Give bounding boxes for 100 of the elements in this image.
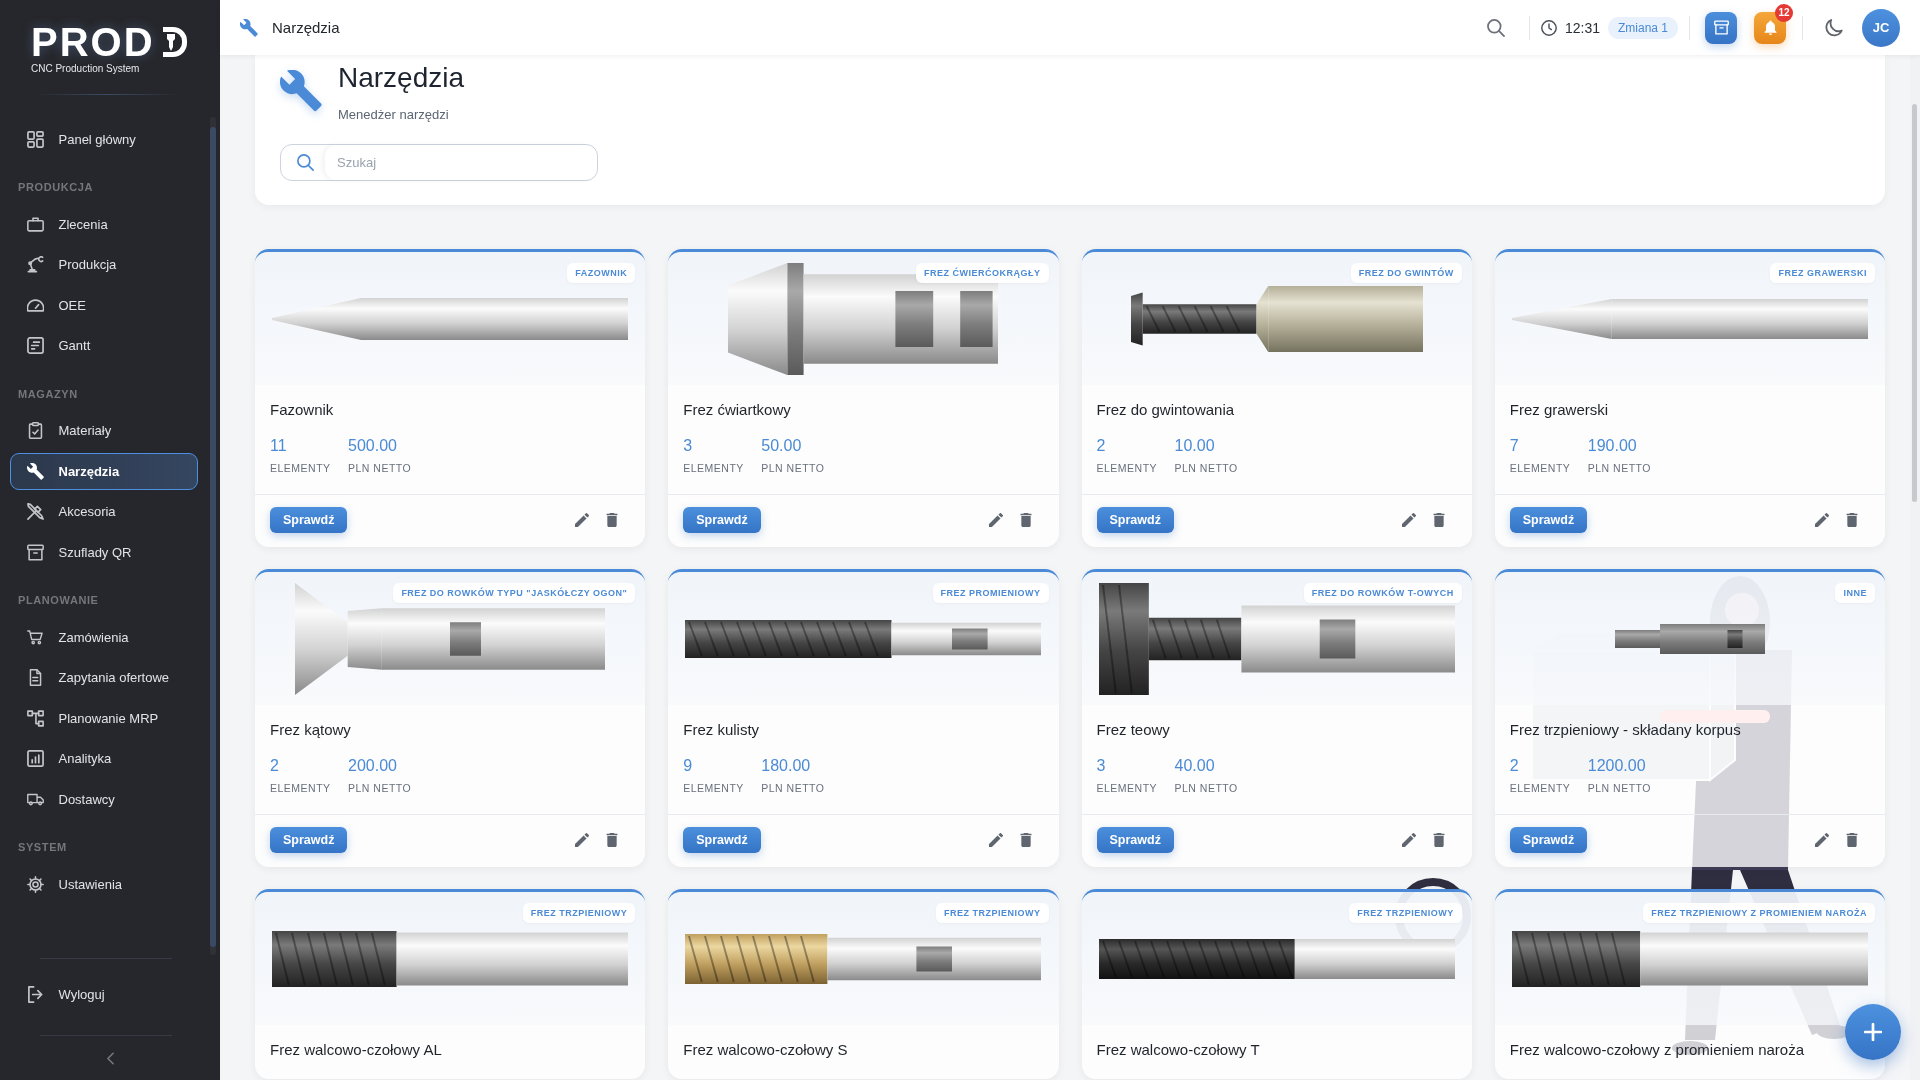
price-label: PLN NETTO — [348, 781, 412, 795]
nav-item[interactable]: Planowanie MRP — [10, 699, 198, 737]
page-subtitle: Menedżer narzędzi — [338, 107, 449, 123]
check-button[interactable]: Sprawdź — [270, 827, 348, 853]
tool-name: Frez teowy — [1096, 720, 1170, 740]
delete-button[interactable] — [1844, 831, 1860, 849]
tool-name: Frez walcowo-czołowy z promieniem naroża — [1509, 1040, 1804, 1060]
search-button[interactable] — [1486, 18, 1505, 37]
archive-button[interactable] — [1705, 11, 1737, 44]
element-count: 2 — [1096, 436, 1106, 456]
nav-item[interactable]: Analityka — [10, 740, 198, 777]
logo-text: PROD — [31, 22, 155, 62]
element-count: 7 — [1509, 436, 1519, 456]
scrollbar[interactable] — [210, 117, 216, 955]
nav-item[interactable]: Ustawienia — [10, 865, 198, 903]
nav-item[interactable]: Szuflady QR — [10, 533, 198, 571]
nav-item[interactable]: Gantt — [10, 327, 198, 364]
clock-time: 12:31 — [1564, 19, 1600, 36]
search-field[interactable]: Szukaj — [280, 144, 598, 181]
chevron-left-icon — [106, 1051, 114, 1065]
nav-item[interactable]: Panel główny — [10, 120, 198, 158]
chart-document-icon — [26, 337, 44, 354]
trash-icon — [1846, 513, 1858, 527]
tool-name: Frez ćwiartkowy — [683, 400, 791, 420]
price-value: 180.00 — [761, 756, 811, 776]
element-count: 11 — [270, 436, 287, 456]
nav-item[interactable]: Dostawcy — [10, 780, 198, 818]
price-value: 50.00 — [761, 436, 802, 456]
robot-arm-icon — [26, 256, 44, 273]
hierarchy-icon — [26, 709, 44, 727]
nav-item[interactable]: OEE — [10, 286, 198, 324]
trash-icon — [1432, 513, 1445, 527]
count-label: ELEMENTY — [270, 781, 331, 795]
pencil-icon — [1815, 513, 1829, 527]
check-button[interactable]: Sprawdź — [1509, 827, 1588, 853]
pencil-icon — [1401, 513, 1416, 527]
nav-item[interactable]: Zlecenia — [10, 205, 198, 243]
edit-button[interactable] — [1400, 511, 1417, 529]
tool-name: Fazownik — [270, 400, 334, 420]
nav-item[interactable]: Akcesoria — [10, 493, 198, 530]
price-value: 200.00 — [348, 756, 397, 776]
logout-item[interactable]: Wyloguj — [10, 976, 198, 1013]
check-button[interactable]: Sprawdź — [683, 827, 761, 853]
check-button[interactable]: Sprawdź — [1096, 507, 1174, 533]
check-button[interactable]: Sprawdź — [683, 507, 761, 533]
tool-name: Frez walcowo-czołowy AL — [270, 1040, 442, 1060]
pencil-icon — [575, 513, 590, 527]
price-value: 40.00 — [1174, 756, 1215, 776]
price-label: PLN NETTO — [1174, 461, 1238, 475]
check-button[interactable]: Sprawdź — [1096, 827, 1174, 853]
count-label: ELEMENTY — [270, 461, 331, 475]
trash-icon — [1019, 833, 1032, 847]
section-heading: SYSTEM — [18, 840, 67, 855]
price-label: PLN NETTO — [761, 781, 825, 795]
price-label: PLN NETTO — [348, 461, 412, 475]
moon-icon — [1825, 18, 1843, 37]
archive-box-icon — [1713, 20, 1729, 35]
nav-item[interactable]: Zamówienia — [10, 618, 198, 656]
nav-item[interactable]: Produkcja — [10, 246, 198, 283]
nav-item[interactable]: Zapytania ofertowe — [10, 659, 198, 696]
element-count: 2 — [1509, 756, 1519, 776]
price-label: PLN NETTO — [1587, 781, 1651, 795]
count-label: ELEMENTY — [683, 781, 744, 795]
wrench-icon — [240, 18, 258, 37]
category-badge: FREZ TRZPIENIOWY — [936, 903, 1049, 923]
delete-button[interactable] — [1844, 511, 1860, 529]
bell-icon — [1762, 20, 1778, 35]
user-avatar[interactable]: JC — [1862, 8, 1900, 47]
tool-name: Frez kulisty — [683, 720, 760, 740]
element-count: 3 — [683, 436, 693, 456]
edit-button[interactable] — [574, 831, 591, 849]
theme-toggle-button[interactable] — [1825, 18, 1843, 37]
nav-item[interactable]: Narzędzia — [10, 452, 198, 490]
edit-button[interactable] — [1400, 831, 1417, 849]
check-button[interactable]: Sprawdź — [270, 507, 348, 533]
price-label: PLN NETTO — [1174, 781, 1238, 795]
clipboard-check-icon — [26, 422, 44, 439]
category-badge: FREZ DO GWINTÓW — [1350, 263, 1462, 283]
section-heading: MAGAZYN — [18, 386, 78, 402]
gauge-icon — [26, 296, 44, 314]
count-label: ELEMENTY — [1509, 781, 1571, 795]
element-count: 2 — [270, 756, 279, 776]
edit-button[interactable] — [1814, 511, 1830, 529]
edit-button[interactable] — [1814, 831, 1830, 849]
wrench-icon — [26, 462, 44, 480]
cart-icon — [26, 628, 44, 646]
trash-icon — [1846, 833, 1858, 847]
check-button[interactable]: Sprawdź — [1509, 507, 1588, 533]
edit-button[interactable] — [574, 511, 591, 529]
category-badge: FREZ TRZPIENIOWY Z PROMIENIEM NAROŻA — [1643, 903, 1875, 923]
topbar-title: Narzędzia — [272, 19, 340, 36]
category-badge: FREZ ĆWIERĆOKRĄGŁY — [916, 263, 1049, 283]
edit-button[interactable] — [987, 831, 1004, 849]
edit-button[interactable] — [987, 511, 1004, 529]
category-badge: FREZ TRZPIENIOWY — [1349, 903, 1462, 923]
crossed-tools-icon — [26, 503, 44, 520]
price-value: 190.00 — [1587, 436, 1637, 456]
category-badge: FREZ PROMIENIOWY — [932, 583, 1049, 603]
nav-item[interactable]: Materiały — [10, 412, 198, 449]
section-heading: PLANOWANIE — [18, 593, 99, 608]
